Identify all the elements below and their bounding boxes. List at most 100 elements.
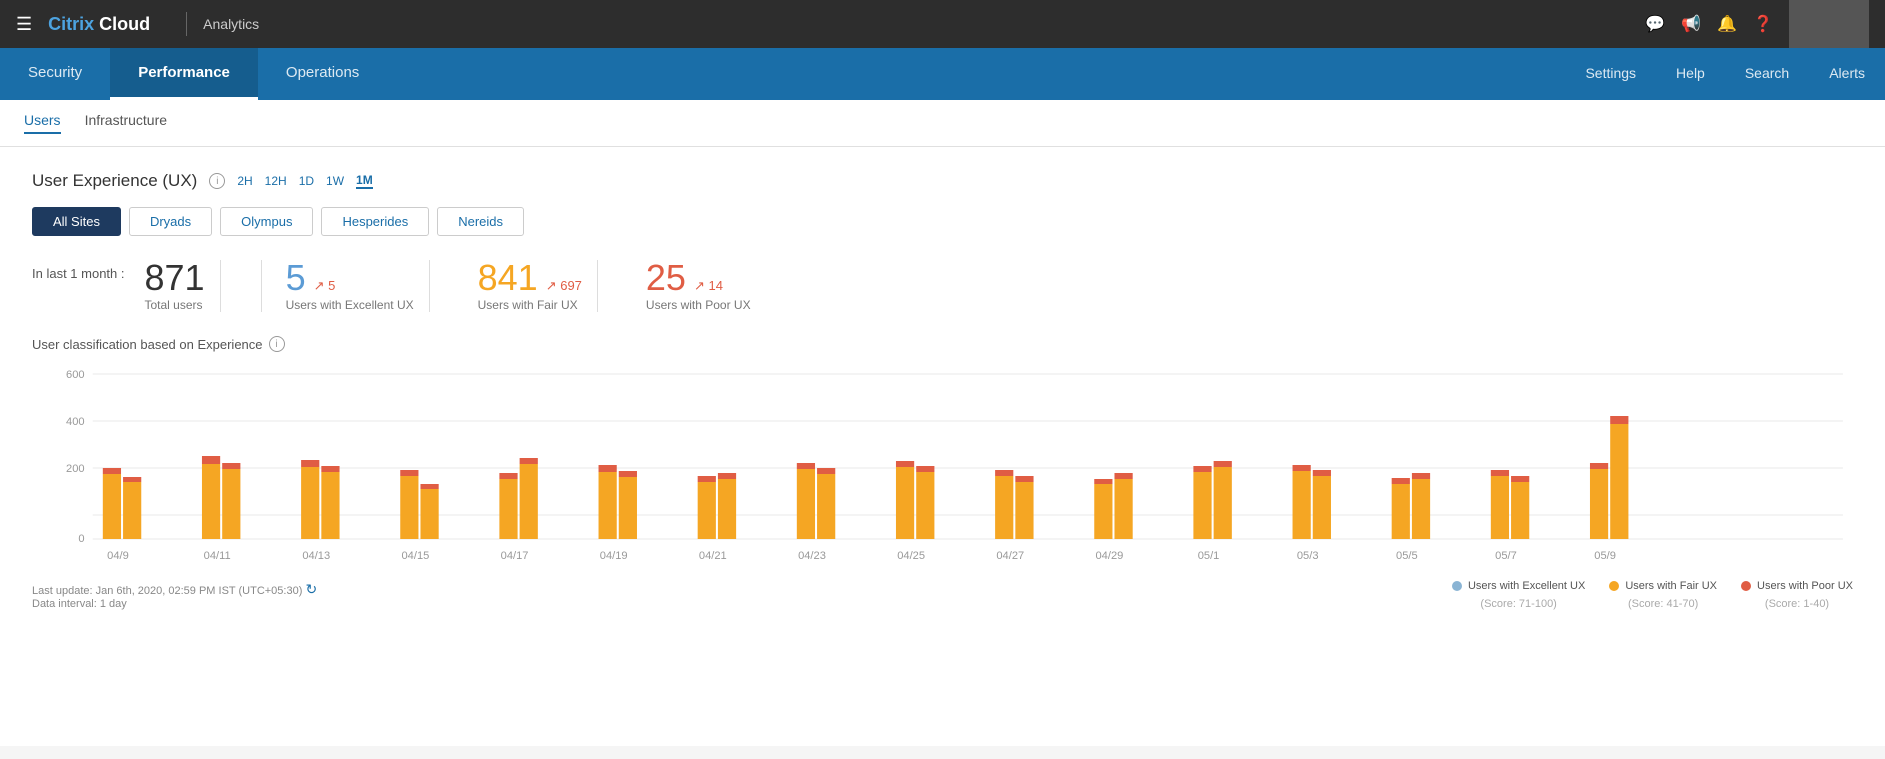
time-filter-1m[interactable]: 1M <box>356 173 373 189</box>
chart-meta: Last update: Jan 6th, 2020, 02:59 PM IST… <box>32 581 317 610</box>
svg-text:04/29: 04/29 <box>1096 550 1124 562</box>
topbar: ☰ Citrix Cloud Analytics 💬 📢 🔔 ❓ <box>0 0 1885 48</box>
refresh-icon[interactable]: ↻ <box>305 581 317 597</box>
site-btn-olympus[interactable]: Olympus <box>220 207 313 236</box>
help-icon[interactable]: ❓ <box>1753 14 1773 34</box>
fair-value: 841 <box>478 260 538 296</box>
svg-text:05/3: 05/3 <box>1297 550 1319 562</box>
svg-text:04/15: 04/15 <box>402 550 430 562</box>
stat-excellent: 5 ↗ 5 Users with Excellent UX <box>286 260 414 312</box>
site-buttons: All Sites Dryads Olympus Hesperides Nere… <box>32 207 1853 236</box>
chart-container: 600 400 200 0 <box>32 364 1853 564</box>
nav-settings[interactable]: Settings <box>1565 48 1656 100</box>
ux-title: User Experience (UX) <box>32 171 197 191</box>
svg-text:04/19: 04/19 <box>600 550 628 562</box>
poor-change: ↗ 14 <box>694 278 723 294</box>
site-btn-nereids[interactable]: Nereids <box>437 207 524 236</box>
legend-label-excellent: Users with Excellent UX <box>1468 580 1585 592</box>
ux-header: User Experience (UX) i 2H 12H 1D 1W 1M <box>32 171 1853 191</box>
legend-label-fair: Users with Fair UX <box>1625 580 1717 592</box>
stat-poor: 25 ↗ 14 Users with Poor UX <box>646 260 751 312</box>
main-content: User Experience (UX) i 2H 12H 1D 1W 1M A… <box>0 147 1885 746</box>
last-update-text: Last update: Jan 6th, 2020, 02:59 PM IST… <box>32 581 317 598</box>
time-filter-1d[interactable]: 1D <box>299 174 314 188</box>
svg-text:04/27: 04/27 <box>996 550 1024 562</box>
stats-row: In last 1 month : 871 Total users 5 ↗ 5 … <box>32 260 1853 312</box>
stat-total-users: 871 Total users <box>145 260 205 312</box>
stats-period-label: In last 1 month : <box>32 260 125 281</box>
legend-fair: Users with Fair UX (Score: 41-70) <box>1609 580 1717 610</box>
legend-sub-poor: (Score: 1-40) <box>1765 598 1829 610</box>
time-filter-12h[interactable]: 12H <box>265 174 287 188</box>
fair-change: ↗ 697 <box>546 278 582 294</box>
chart-footer: Last update: Jan 6th, 2020, 02:59 PM IST… <box>32 572 1853 610</box>
stat-fair: 841 ↗ 697 Users with Fair UX <box>478 260 582 312</box>
data-interval-text: Data interval: 1 day <box>32 598 317 610</box>
svg-text:600: 600 <box>66 369 85 381</box>
legend-poor: Users with Poor UX (Score: 1-40) <box>1741 580 1853 610</box>
legend-sub-fair: (Score: 41-70) <box>1628 598 1698 610</box>
nav-right: Settings Help Search Alerts <box>1565 48 1885 100</box>
nav-help[interactable]: Help <box>1656 48 1725 100</box>
svg-text:04/11: 04/11 <box>204 550 231 562</box>
time-filter-2h[interactable]: 2H <box>237 174 252 188</box>
avatar[interactable] <box>1789 0 1869 48</box>
poor-label: Users with Poor UX <box>646 298 751 312</box>
svg-text:05/7: 05/7 <box>1495 550 1517 562</box>
excellent-label: Users with Excellent UX <box>286 298 414 312</box>
megaphone-icon[interactable]: 📢 <box>1681 14 1701 34</box>
logo: Citrix Cloud <box>48 14 150 35</box>
svg-text:04/17: 04/17 <box>501 550 529 562</box>
time-filters: 2H 12H 1D 1W 1M <box>237 173 372 189</box>
svg-text:05/9: 05/9 <box>1594 550 1616 562</box>
menu-icon[interactable]: ☰ <box>16 14 32 35</box>
nav-search[interactable]: Search <box>1725 48 1809 100</box>
chart-title: User classification based on Experience … <box>32 336 1853 352</box>
time-filter-1w[interactable]: 1W <box>326 174 344 188</box>
svg-text:400: 400 <box>66 416 85 428</box>
nav-alerts[interactable]: Alerts <box>1809 48 1885 100</box>
svg-text:05/5: 05/5 <box>1396 550 1418 562</box>
svg-text:0: 0 <box>78 533 84 545</box>
navbar: Security Performance Operations Settings… <box>0 48 1885 100</box>
fair-label: Users with Fair UX <box>478 298 582 312</box>
svg-text:04/13: 04/13 <box>302 550 330 562</box>
svg-text:05/1: 05/1 <box>1198 550 1220 562</box>
nav-performance[interactable]: Performance <box>110 48 258 100</box>
svg-text:04/9: 04/9 <box>107 550 129 562</box>
total-users-value: 871 <box>145 260 205 296</box>
svg-text:200: 200 <box>66 463 85 475</box>
subnav-users[interactable]: Users <box>24 112 61 134</box>
legend-dot-poor <box>1741 581 1751 591</box>
chart-svg: 600 400 200 0 <box>32 364 1853 564</box>
ux-info-icon[interactable]: i <box>209 173 225 189</box>
nav-operations[interactable]: Operations <box>258 48 387 100</box>
bell-icon[interactable]: 🔔 <box>1717 14 1737 34</box>
logo-citrix: Citrix <box>48 14 94 35</box>
excellent-change: ↗ 5 <box>314 278 336 294</box>
chart-info-icon[interactable]: i <box>269 336 285 352</box>
subnav-infrastructure[interactable]: Infrastructure <box>85 112 167 134</box>
excellent-value: 5 <box>286 260 306 296</box>
legend-dot-excellent <box>1452 581 1462 591</box>
site-btn-hesperides[interactable]: Hesperides <box>321 207 429 236</box>
logo-cloud: Cloud <box>94 14 150 35</box>
svg-text:04/21: 04/21 <box>699 550 727 562</box>
legend-excellent: Users with Excellent UX (Score: 71-100) <box>1452 580 1585 610</box>
legend-label-poor: Users with Poor UX <box>1757 580 1853 592</box>
site-btn-dryads[interactable]: Dryads <box>129 207 212 236</box>
topbar-section: Analytics <box>203 16 259 32</box>
poor-value: 25 <box>646 260 686 296</box>
chat-icon[interactable]: 💬 <box>1645 14 1665 34</box>
legend-dot-fair <box>1609 581 1619 591</box>
svg-text:04/23: 04/23 <box>798 550 826 562</box>
svg-text:04/25: 04/25 <box>897 550 925 562</box>
topbar-actions: 💬 📢 🔔 ❓ <box>1645 0 1869 48</box>
legend-sub-excellent: (Score: 71-100) <box>1480 598 1556 610</box>
nav-security[interactable]: Security <box>0 48 110 100</box>
site-btn-all-sites[interactable]: All Sites <box>32 207 121 236</box>
chart-legend: Users with Excellent UX (Score: 71-100) … <box>1452 580 1853 610</box>
topbar-divider <box>186 12 187 36</box>
total-users-label: Total users <box>145 298 205 312</box>
subnav: Users Infrastructure <box>0 100 1885 147</box>
